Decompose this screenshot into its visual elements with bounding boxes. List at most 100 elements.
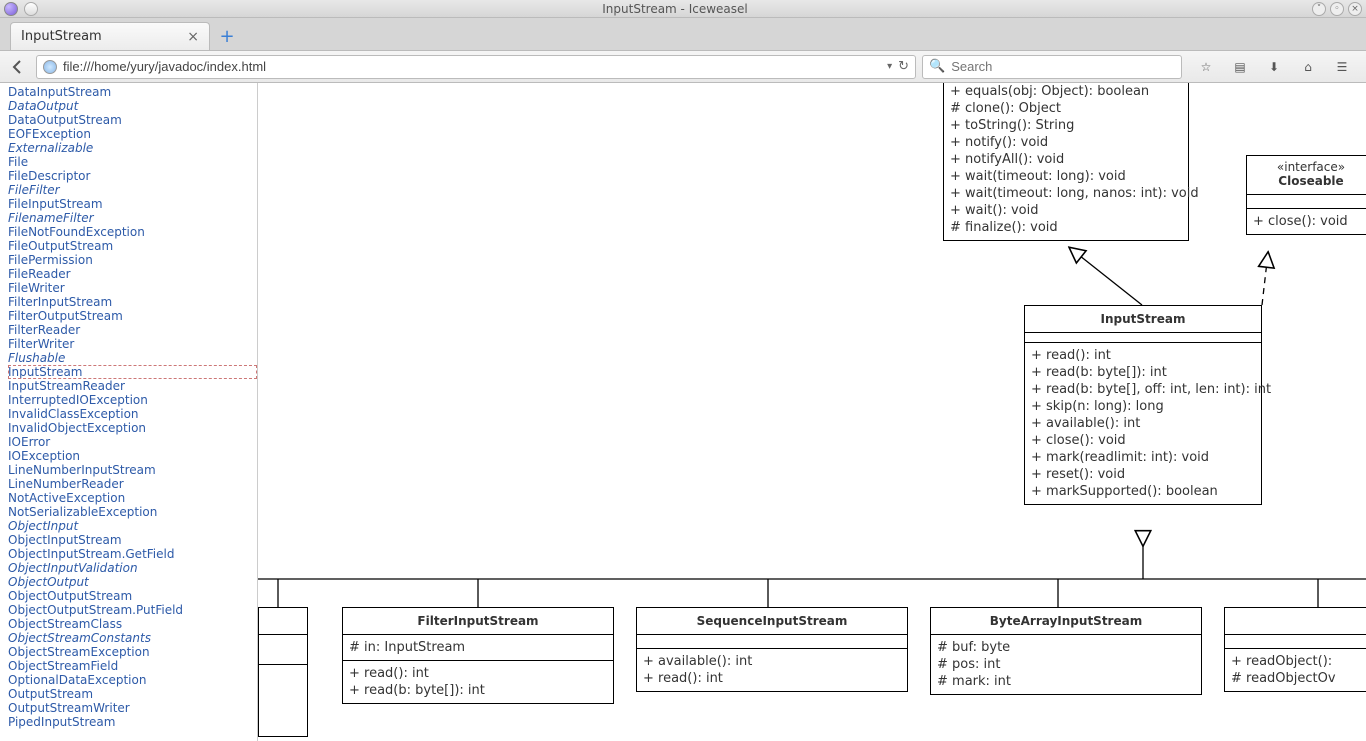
sidebar-item[interactable]: FilenameFilter	[8, 211, 257, 225]
sidebar-item[interactable]: PipedInputStream	[8, 715, 257, 729]
uml-member: + wait(timeout: long, nanos: int): void	[950, 185, 1182, 202]
uml-member: + mark(readlimit: int): void	[1031, 449, 1255, 466]
uml-title: ByteArrayInputStream	[931, 608, 1201, 634]
uml-title: Closeable	[1251, 174, 1366, 188]
sidebar-item[interactable]: ObjectInputStream	[8, 533, 257, 547]
reading-list-icon[interactable]: ▤	[1228, 55, 1252, 79]
dropdown-icon[interactable]: ▾	[887, 61, 892, 72]
home-icon[interactable]: ⌂	[1296, 55, 1320, 79]
reload-icon[interactable]: ↻	[898, 59, 909, 74]
uml-object-box: + equals(obj: Object): boolean# clone():…	[943, 83, 1189, 241]
sidebar-item[interactable]: OutputStreamWriter	[8, 701, 257, 715]
new-tab-button[interactable]: +	[216, 25, 238, 47]
sidebar-item[interactable]: ObjectOutputStream	[8, 589, 257, 603]
uml-member: + read(b: byte[]): int	[349, 682, 607, 699]
uml-member: + wait(timeout: long): void	[950, 168, 1182, 185]
sidebar-item[interactable]: IOException	[8, 449, 257, 463]
uml-sequenceinputstream-box: SequenceInputStream + available(): int+ …	[636, 607, 908, 692]
sidebar-item[interactable]: DataInputStream	[8, 85, 257, 99]
sidebar-item[interactable]: OutputStream	[8, 687, 257, 701]
uml-title: FilterInputStream	[343, 608, 613, 634]
sidebar-item[interactable]: FileOutputStream	[8, 239, 257, 253]
sidebar-list[interactable]: DataInputStreamDataOutputDataOutputStrea…	[0, 83, 257, 741]
sidebar-item[interactable]: FilterReader	[8, 323, 257, 337]
uml-member: # in: InputStream	[349, 639, 607, 656]
sidebar-item[interactable]: Externalizable	[8, 141, 257, 155]
sidebar-item[interactable]: NotSerializableException	[8, 505, 257, 519]
uml-member: + read(b: byte[], off: int, len: int): i…	[1031, 381, 1255, 398]
main-panel: + equals(obj: Object): boolean# clone():…	[258, 83, 1366, 741]
sidebar-item[interactable]: DataOutputStream	[8, 113, 257, 127]
sidebar-item[interactable]: ObjectStreamField	[8, 659, 257, 673]
sidebar-item[interactable]: ObjectInputStream.GetField	[8, 547, 257, 561]
sidebar-item[interactable]: ObjectOutputStream.PutField	[8, 603, 257, 617]
sidebar-item[interactable]: ObjectInputValidation	[8, 561, 257, 575]
sidebar: DataInputStreamDataOutputDataOutputStrea…	[0, 83, 258, 741]
uml-member: + read(): int	[643, 670, 901, 687]
uml-member: + read(): int	[349, 665, 607, 682]
sidebar-item[interactable]: InputStreamReader	[8, 379, 257, 393]
sidebar-item[interactable]: Flushable	[8, 351, 257, 365]
sidebar-item[interactable]: NotActiveException	[8, 491, 257, 505]
url-bar[interactable]: ▾ ↻	[36, 55, 916, 79]
sidebar-item[interactable]: LineNumberInputStream	[8, 463, 257, 477]
sidebar-item[interactable]: LineNumberReader	[8, 477, 257, 491]
uml-member: + reset(): void	[1031, 466, 1255, 483]
uml-member: + skip(n: long): long	[1031, 398, 1255, 415]
uml-member: + read(b: byte[]): int	[1031, 364, 1255, 381]
uml-filterinputstream-box: FilterInputStream # in: InputStream + re…	[342, 607, 614, 704]
sidebar-item[interactable]: EOFException	[8, 127, 257, 141]
minimize-button[interactable]: ˅	[1312, 2, 1326, 16]
maximize-button[interactable]: ◦	[1330, 2, 1344, 16]
sidebar-item[interactable]: ObjectOutput	[8, 575, 257, 589]
sidebar-item[interactable]: FileReader	[8, 267, 257, 281]
sidebar-item[interactable]: ObjectStreamConstants	[8, 631, 257, 645]
sidebar-item[interactable]: DataOutput	[8, 99, 257, 113]
search-input[interactable]	[951, 59, 1175, 74]
url-input[interactable]	[63, 59, 881, 74]
back-arrow-icon	[10, 59, 26, 75]
sidebar-item[interactable]: InputStream	[8, 365, 257, 379]
sidebar-item[interactable]: FileInputStream	[8, 197, 257, 211]
app-icon	[4, 2, 18, 16]
sidebar-item[interactable]: FilterWriter	[8, 337, 257, 351]
search-bar[interactable]: 🔍	[922, 55, 1182, 79]
tab-inputstream[interactable]: InputStream ×	[10, 22, 210, 50]
sidebar-item[interactable]: InvalidClassException	[8, 407, 257, 421]
uml-member: # mark: int	[937, 673, 1195, 690]
sidebar-item[interactable]: OptionalDataException	[8, 673, 257, 687]
sidebar-item[interactable]: FilterOutputStream	[8, 309, 257, 323]
uml-canvas: + equals(obj: Object): boolean# clone():…	[258, 83, 1366, 741]
sidebar-item[interactable]: FilterInputStream	[8, 295, 257, 309]
bookmark-star-icon[interactable]: ☆	[1194, 55, 1218, 79]
uml-member: + close(): void	[1253, 213, 1366, 230]
uml-member: + equals(obj: Object): boolean	[950, 83, 1182, 100]
window-close-button[interactable]: ×	[1348, 2, 1362, 16]
globe-icon	[43, 60, 57, 74]
sidebar-item[interactable]: FileWriter	[8, 281, 257, 295]
menu-icon[interactable]: ☰	[1330, 55, 1354, 79]
sidebar-item[interactable]: FileNotFoundException	[8, 225, 257, 239]
sidebar-item[interactable]: ObjectStreamException	[8, 645, 257, 659]
window-menu-button[interactable]	[24, 2, 38, 16]
uml-member: + notifyAll(): void	[950, 151, 1182, 168]
sidebar-item[interactable]: InvalidObjectException	[8, 421, 257, 435]
back-button[interactable]	[6, 55, 30, 79]
sidebar-item[interactable]: FilePermission	[8, 253, 257, 267]
sidebar-item[interactable]: FileDescriptor	[8, 169, 257, 183]
uml-stereo: «interface»	[1251, 160, 1366, 174]
tab-label: InputStream	[21, 29, 102, 44]
tab-close-icon[interactable]: ×	[187, 29, 199, 45]
uml-member: # finalize(): void	[950, 219, 1182, 236]
sidebar-item[interactable]: IOError	[8, 435, 257, 449]
sidebar-item[interactable]: ObjectInput	[8, 519, 257, 533]
uml-member: # clone(): Object	[950, 100, 1182, 117]
sidebar-item[interactable]: InterruptedIOException	[8, 393, 257, 407]
sidebar-item[interactable]: File	[8, 155, 257, 169]
downloads-icon[interactable]: ⬇	[1262, 55, 1286, 79]
sidebar-item[interactable]: ObjectStreamClass	[8, 617, 257, 631]
uml-title: InputStream	[1025, 306, 1261, 332]
sidebar-item[interactable]: FileFilter	[8, 183, 257, 197]
main-scroll[interactable]: + equals(obj: Object): boolean# clone():…	[258, 83, 1366, 741]
nav-toolbar: ▾ ↻ 🔍 ☆ ▤ ⬇ ⌂ ☰	[0, 51, 1366, 83]
